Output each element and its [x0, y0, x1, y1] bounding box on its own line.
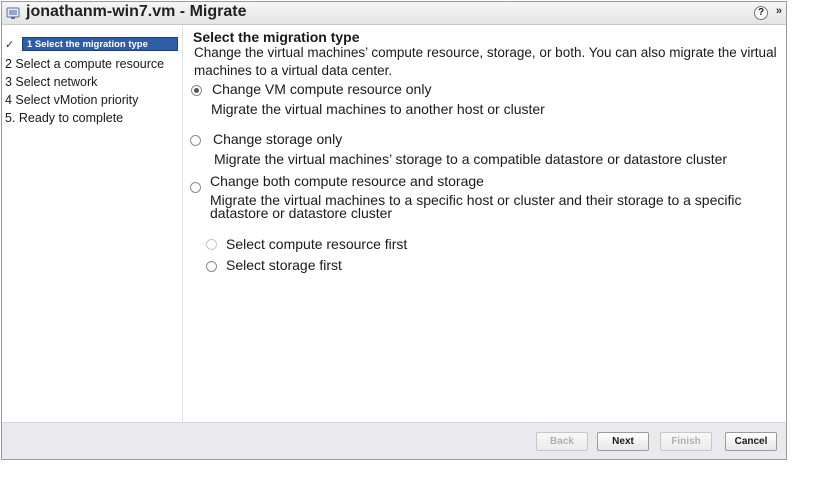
storage-first-radio[interactable] [206, 261, 217, 272]
finish-button[interactable]: Finish [660, 432, 712, 451]
back-button[interactable]: Back [536, 432, 588, 451]
storage-first-label[interactable]: Select storage first [226, 257, 342, 273]
next-button[interactable]: Next [597, 432, 649, 451]
compute-only-label[interactable]: Change VM compute resource only [212, 81, 431, 97]
step-ready-to-complete[interactable]: 5. Ready to complete [5, 111, 123, 125]
storage-only-label[interactable]: Change storage only [213, 131, 342, 147]
vm-icon [6, 6, 20, 20]
page-title: Select the migration type [193, 29, 360, 45]
compute-and-storage-radio[interactable] [190, 182, 201, 193]
title-separator: - [175, 3, 190, 20]
compute-only-radio[interactable] [191, 85, 202, 96]
window-title: jonathanm-win7.vm - Migrate [26, 3, 246, 21]
wizard-steps: ✓ 1 Select the migration type 2 Select a… [2, 25, 183, 423]
storage-only-description: Migrate the virtual machines’ storage to… [214, 151, 728, 167]
storage-only-radio[interactable] [190, 135, 201, 146]
cancel-button[interactable]: Cancel [725, 432, 777, 451]
step-select-vmotion-priority[interactable]: 4 Select vMotion priority [5, 93, 138, 107]
checkmark-icon: ✓ [5, 39, 15, 51]
vm-name: jonathanm-win7.vm [26, 3, 176, 20]
help-icon[interactable]: ? [754, 6, 768, 20]
title-bar: jonathanm-win7.vm - Migrate ? » [2, 2, 786, 25]
compute-and-storage-description: Migrate the virtual machines to a specif… [210, 192, 742, 221]
wizard-content: Select the migration type Change the vir… [183, 25, 786, 423]
button-bar: Back Next Finish Cancel [2, 422, 786, 459]
compute-only-description: Migrate the virtual machines to another … [211, 101, 545, 117]
step-select-network[interactable]: 3 Select network [5, 75, 97, 89]
step-select-compute-resource[interactable]: 2 Select a compute resource [5, 57, 164, 71]
action-name: Migrate [189, 3, 247, 20]
compute-first-radio[interactable] [206, 239, 217, 250]
migrate-dialog: jonathanm-win7.vm - Migrate ? » ✓ 1 Sele… [1, 1, 787, 460]
compute-first-label[interactable]: Select compute resource first [226, 236, 407, 252]
compute-and-storage-label[interactable]: Change both compute resource and storage [210, 173, 484, 189]
expand-icon[interactable]: » [776, 5, 782, 17]
step-select-migration-type[interactable]: 1 Select the migration type [22, 37, 178, 51]
page-description: Change the virtual machines’ compute res… [194, 45, 777, 78]
